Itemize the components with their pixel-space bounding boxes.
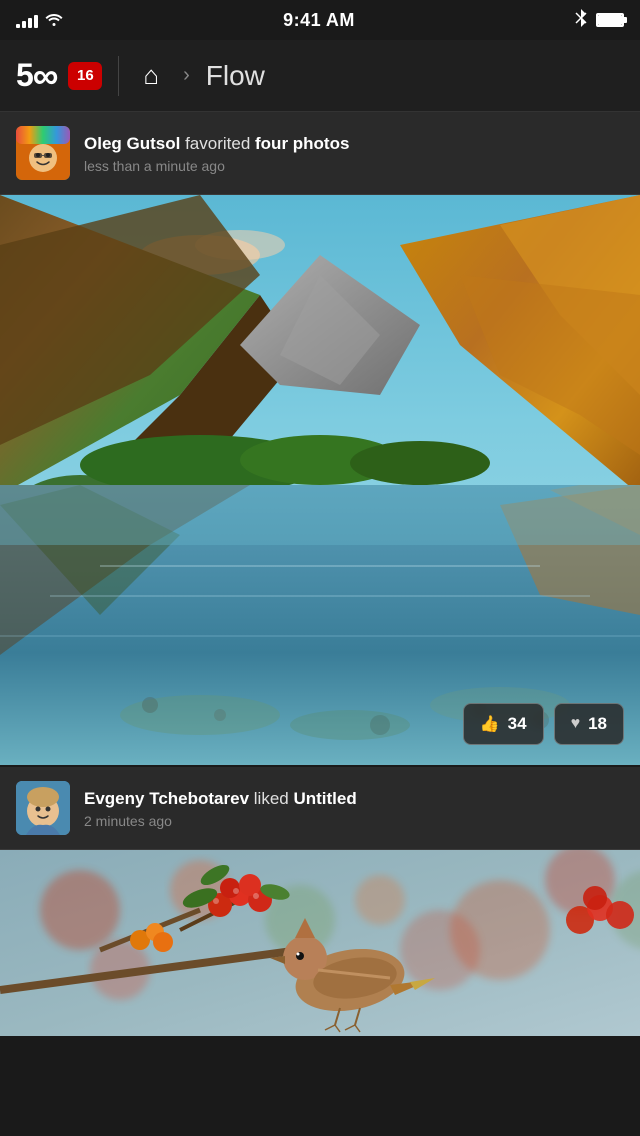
- status-right: [574, 8, 624, 33]
- activity-main-1: Oleg Gutsol favorited four photos: [84, 132, 624, 156]
- nav-divider: [118, 56, 119, 96]
- logo-500: 5 ∞: [16, 55, 62, 97]
- nav-bar: 5 ∞ 16 ⌂ › Flow: [0, 40, 640, 112]
- notification-badge[interactable]: 16: [68, 62, 102, 90]
- battery-fill: [598, 15, 622, 25]
- home-button[interactable]: ⌂: [135, 52, 167, 99]
- status-bar: 9:41 AM: [0, 0, 640, 40]
- like-count: 34: [508, 714, 527, 734]
- signal-bars-icon: [16, 12, 38, 28]
- activity-row-2[interactable]: Evgeny Tchebotarev liked Untitled 2 minu…: [0, 767, 640, 850]
- timestamp-2: 2 minutes ago: [84, 813, 624, 829]
- status-left: [16, 10, 64, 31]
- logo-container[interactable]: 5 ∞ 16: [16, 55, 102, 97]
- bird-berries-scene: [0, 850, 640, 1036]
- thumbs-up-icon: 👍: [480, 714, 500, 734]
- photo-main-1: 👍 34 ♥ 18: [0, 195, 640, 765]
- timestamp-1: less than a minute ago: [84, 158, 624, 174]
- breadcrumb-arrow-icon: ›: [183, 64, 190, 87]
- activity-main-2: Evgeny Tchebotarev liked Untitled: [84, 787, 624, 811]
- avatar-evgeny: [16, 781, 70, 835]
- activity-text-2: Evgeny Tchebotarev liked Untitled 2 minu…: [84, 787, 624, 829]
- home-icon: ⌂: [143, 60, 159, 91]
- bar1: [16, 24, 20, 28]
- photo-card-2[interactable]: [0, 850, 640, 1036]
- activity-row-1[interactable]: Oleg Gutsol favorited four photos less t…: [0, 112, 640, 195]
- username-1: Oleg Gutsol: [84, 134, 180, 153]
- action-1: favorited: [185, 134, 255, 153]
- heart-icon: ♥: [571, 715, 581, 733]
- like-button[interactable]: 👍 34: [463, 703, 544, 745]
- battery-icon: [596, 13, 624, 27]
- bar3: [28, 18, 32, 28]
- bar2: [22, 21, 26, 28]
- target-2: Untitled: [293, 789, 356, 808]
- favorite-count: 18: [588, 714, 607, 734]
- target-1: four photos: [255, 134, 349, 153]
- page-title: Flow: [206, 60, 265, 92]
- wifi-icon: [44, 10, 64, 31]
- username-2: Evgeny Tchebotarev: [84, 789, 249, 808]
- photo-actions: 👍 34 ♥ 18: [463, 703, 624, 745]
- status-time: 9:41 AM: [283, 10, 355, 31]
- favorite-button[interactable]: ♥ 18: [554, 703, 624, 745]
- avatar-oleg: [16, 126, 70, 180]
- bluetooth-icon: [574, 8, 588, 33]
- bar4: [34, 15, 38, 28]
- mountain-lake-scene: [0, 195, 640, 765]
- action-2: liked: [254, 789, 294, 808]
- activity-text-1: Oleg Gutsol favorited four photos less t…: [84, 132, 624, 174]
- photo-card-1[interactable]: 👍 34 ♥ 18: [0, 195, 640, 765]
